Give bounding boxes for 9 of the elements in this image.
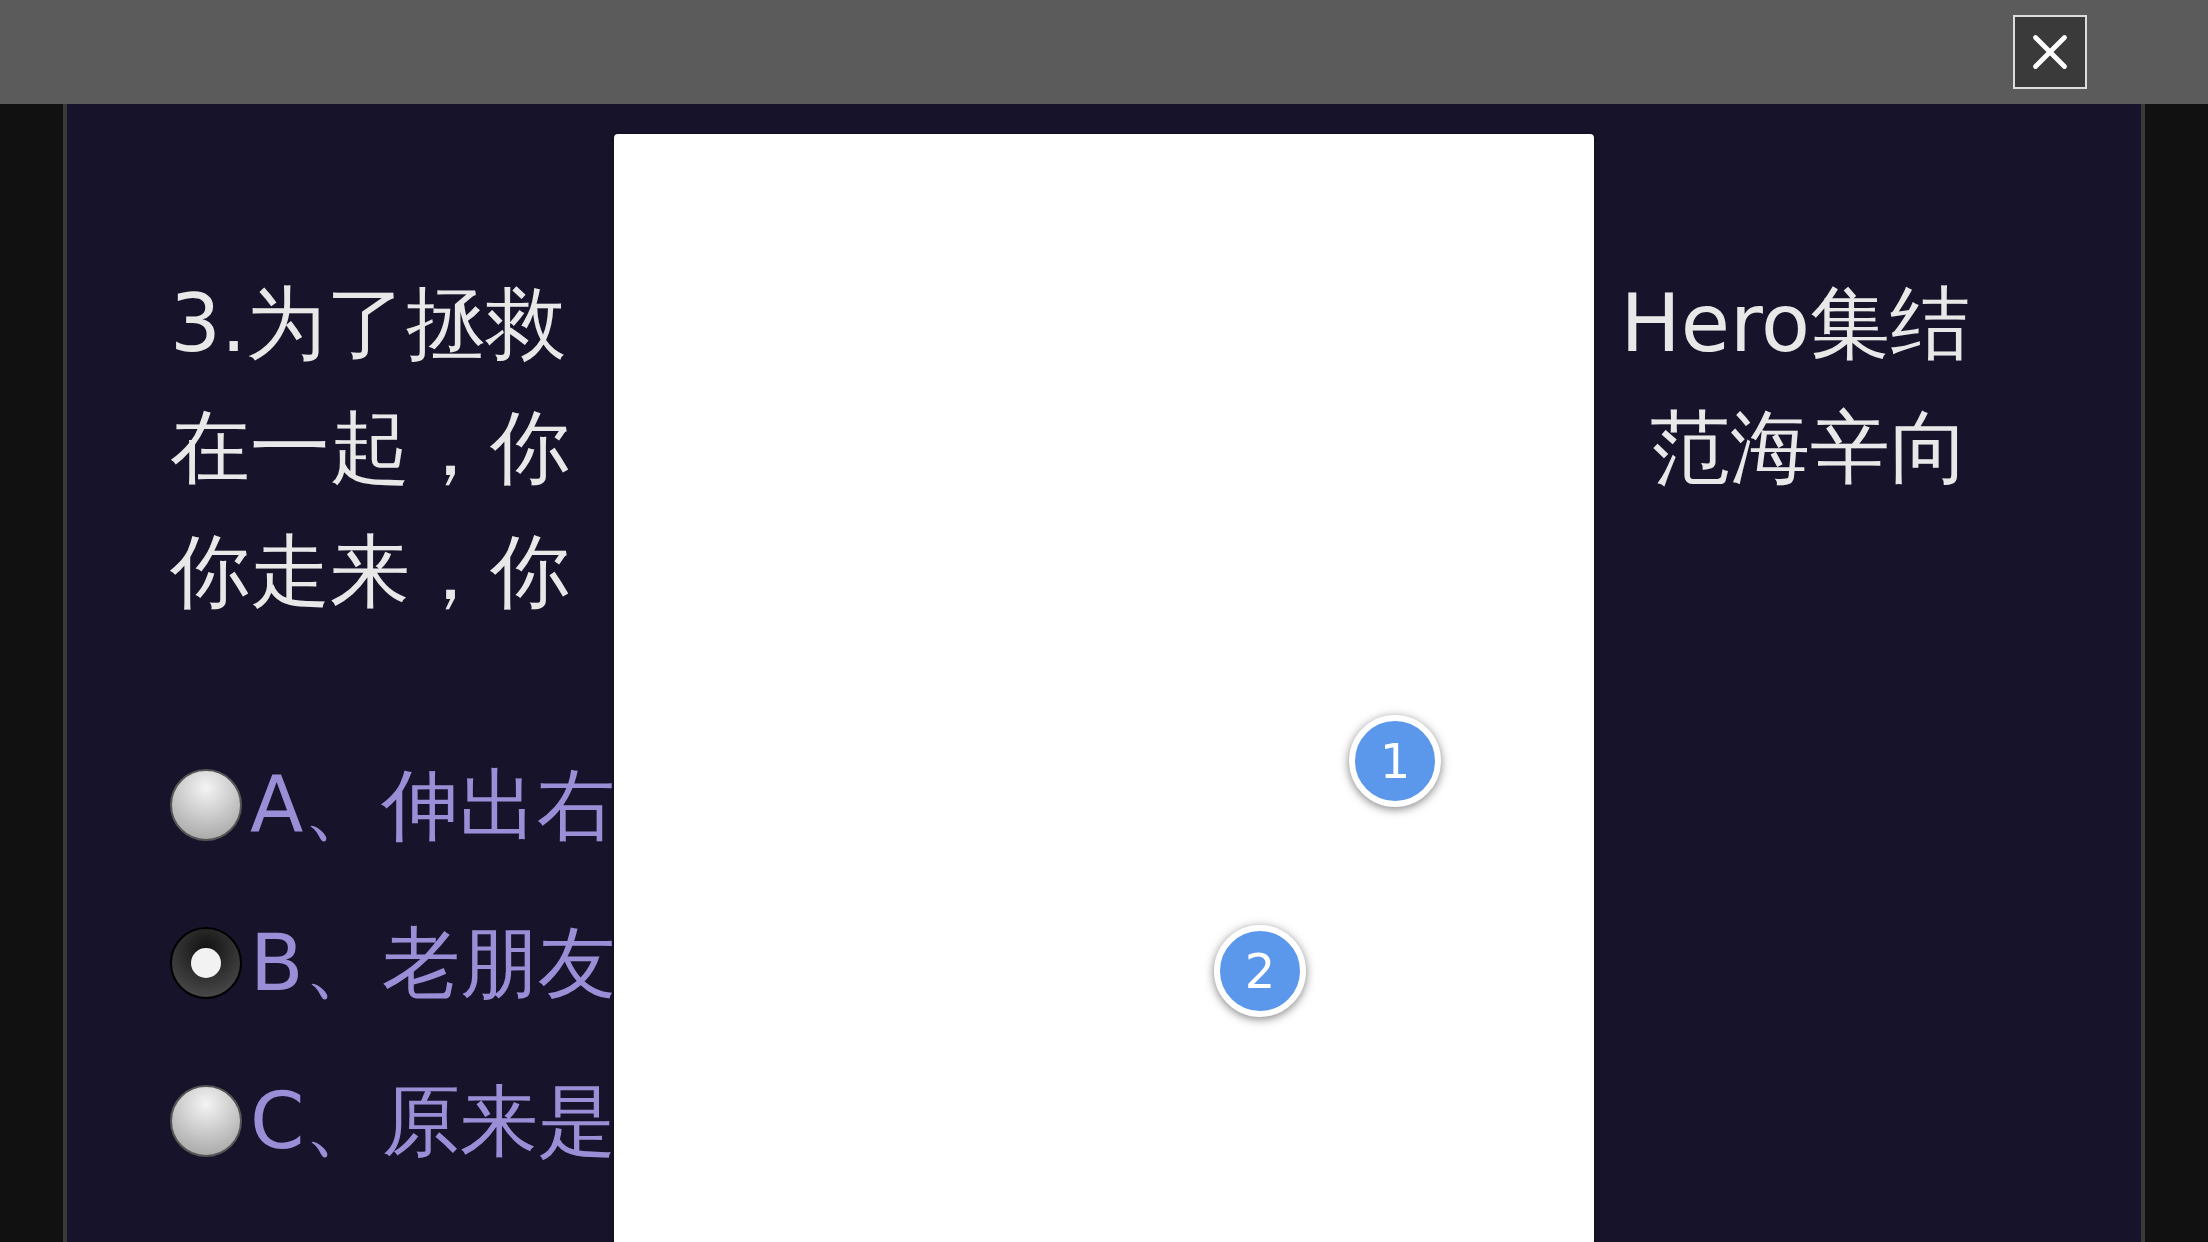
- question-text: 你走来，你: [170, 532, 570, 612]
- question-text: 在一起，你: [170, 408, 570, 488]
- close-button[interactable]: [2013, 15, 2087, 89]
- question-text: Hero集结: [1620, 284, 1970, 364]
- option-label[interactable]: C、原来是: [250, 1082, 617, 1160]
- question-text: 范海辛向: [1650, 408, 1970, 488]
- question-text: 3.为了拯救: [170, 284, 567, 364]
- option-label[interactable]: A、伸出右: [250, 766, 616, 844]
- option-label[interactable]: B、老朋友: [250, 924, 616, 1002]
